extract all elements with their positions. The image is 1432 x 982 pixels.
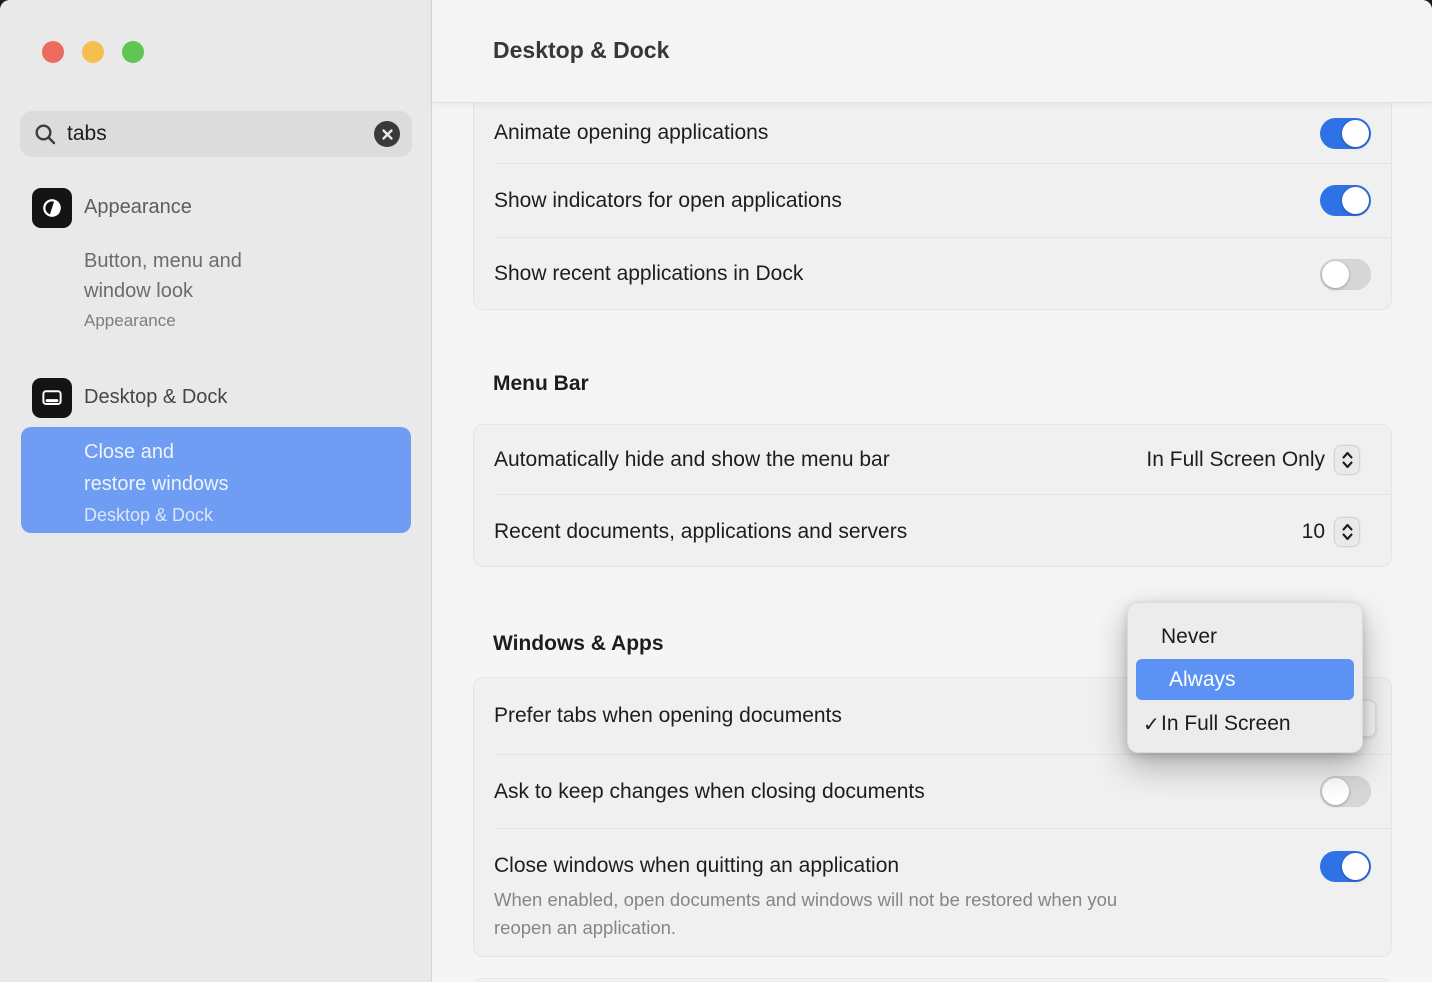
menu-item-label: Never	[1161, 625, 1217, 649]
show-recent-apps-toggle[interactable]	[1320, 259, 1371, 290]
sidebar: tabs Appearance Button, menu and window …	[0, 0, 432, 982]
setting-label: Close windows when quitting an applicati…	[494, 854, 899, 878]
autohide-menubar-stepper[interactable]	[1335, 446, 1359, 474]
next-settings-group-partial	[473, 978, 1392, 982]
dock-settings-group: Animate opening applications Show indica…	[473, 103, 1392, 310]
clear-search-icon[interactable]	[374, 121, 400, 147]
checkmark-icon: ✓	[1128, 712, 1161, 737]
setting-row-ask-keep-changes: Ask to keep changes when closing documen…	[474, 755, 1391, 828]
sidebar-appearance-label: Appearance	[84, 196, 192, 219]
menu-item-never[interactable]: Never	[1128, 615, 1362, 659]
setting-row-recent-documents: Recent documents, applications and serve…	[474, 495, 1391, 568]
result-subtitle: Appearance	[84, 306, 242, 336]
settings-pane: Desktop & Dock Animate opening applicati…	[432, 0, 1432, 982]
toggle-knob	[1342, 853, 1369, 880]
pane-header: Desktop & Dock	[432, 0, 1432, 103]
menu-item-label: Always	[1169, 668, 1236, 692]
setting-label: Recent documents, applications and serve…	[494, 520, 907, 544]
menu-item-always-highlighted[interactable]: Always	[1136, 659, 1354, 700]
show-indicators-toggle[interactable]	[1320, 185, 1371, 216]
stepper-chevrons-icon	[1341, 450, 1354, 470]
menu-item-label: In Full Screen	[1161, 712, 1291, 736]
sidebar-item-appearance[interactable]: Appearance	[0, 188, 432, 228]
toggle-knob	[1322, 261, 1349, 288]
menu-item-in-full-screen[interactable]: ✓ In Full Screen	[1128, 700, 1362, 748]
appearance-app-icon	[32, 188, 72, 228]
page-title: Desktop & Dock	[493, 37, 669, 64]
description-line: reopen an application.	[494, 914, 1117, 942]
setting-label: Prefer tabs when opening documents	[494, 704, 842, 728]
minimize-window-button[interactable]	[82, 41, 104, 63]
ask-keep-changes-toggle[interactable]	[1320, 776, 1371, 807]
result-title-line: Button, menu and	[84, 246, 242, 276]
animate-opening-toggle[interactable]	[1320, 118, 1371, 149]
stepper-chevrons-icon	[1341, 522, 1354, 542]
setting-label: Show indicators for open applications	[494, 189, 842, 213]
search-result-close-restore-windows-selected[interactable]: Close and restore windows Desktop & Dock	[21, 427, 411, 533]
close-window-button[interactable]	[42, 41, 64, 63]
result-title-line: Close and	[84, 436, 229, 468]
menu-bar-settings-group: Automatically hide and show the menu bar…	[473, 424, 1392, 567]
recent-documents-value: 10	[1302, 520, 1325, 544]
toggle-knob	[1322, 778, 1349, 805]
system-settings-window: tabs Appearance Button, menu and window …	[0, 0, 1432, 982]
result-subtitle: Desktop & Dock	[84, 500, 229, 530]
section-heading-windows-apps: Windows & Apps	[493, 632, 664, 656]
search-query-text[interactable]: tabs	[67, 122, 374, 146]
setting-row-autohide-menubar: Automatically hide and show the menu bar…	[474, 425, 1391, 494]
setting-row-close-windows-on-quit: Close windows when quitting an applicati…	[474, 829, 1391, 958]
desktop-dock-app-icon	[32, 378, 72, 418]
result-title-line: window look	[84, 276, 242, 306]
magnifier-icon	[34, 123, 57, 146]
setting-row-show-recent-apps: Show recent applications in Dock	[474, 238, 1391, 310]
autohide-menubar-value: In Full Screen Only	[1146, 448, 1325, 472]
recent-documents-stepper[interactable]	[1335, 518, 1359, 546]
prefer-tabs-popup-menu: Never Always ✓ In Full Screen	[1127, 602, 1363, 753]
setting-label: Automatically hide and show the menu bar	[494, 448, 890, 472]
toggle-knob	[1342, 120, 1369, 147]
setting-label: Animate opening applications	[494, 121, 768, 145]
search-result-appearance[interactable]: Button, menu and window look Appearance	[84, 246, 242, 336]
setting-description: When enabled, open documents and windows…	[494, 886, 1117, 942]
search-input[interactable]: tabs	[20, 111, 412, 157]
setting-label: Show recent applications in Dock	[494, 262, 803, 286]
sidebar-item-desktop-dock[interactable]: Desktop & Dock	[0, 378, 432, 418]
result-title-line: restore windows	[84, 468, 229, 500]
sidebar-desktop-dock-label: Desktop & Dock	[84, 386, 227, 409]
setting-row-animate-opening: Animate opening applications	[474, 103, 1391, 163]
toggle-knob	[1342, 187, 1369, 214]
close-windows-on-quit-toggle[interactable]	[1320, 851, 1371, 882]
setting-row-show-indicators: Show indicators for open applications	[474, 164, 1391, 237]
zoom-window-button[interactable]	[122, 41, 144, 63]
setting-label: Ask to keep changes when closing documen…	[494, 780, 925, 804]
description-line: When enabled, open documents and windows…	[494, 886, 1117, 914]
section-heading-menu-bar: Menu Bar	[493, 372, 589, 396]
